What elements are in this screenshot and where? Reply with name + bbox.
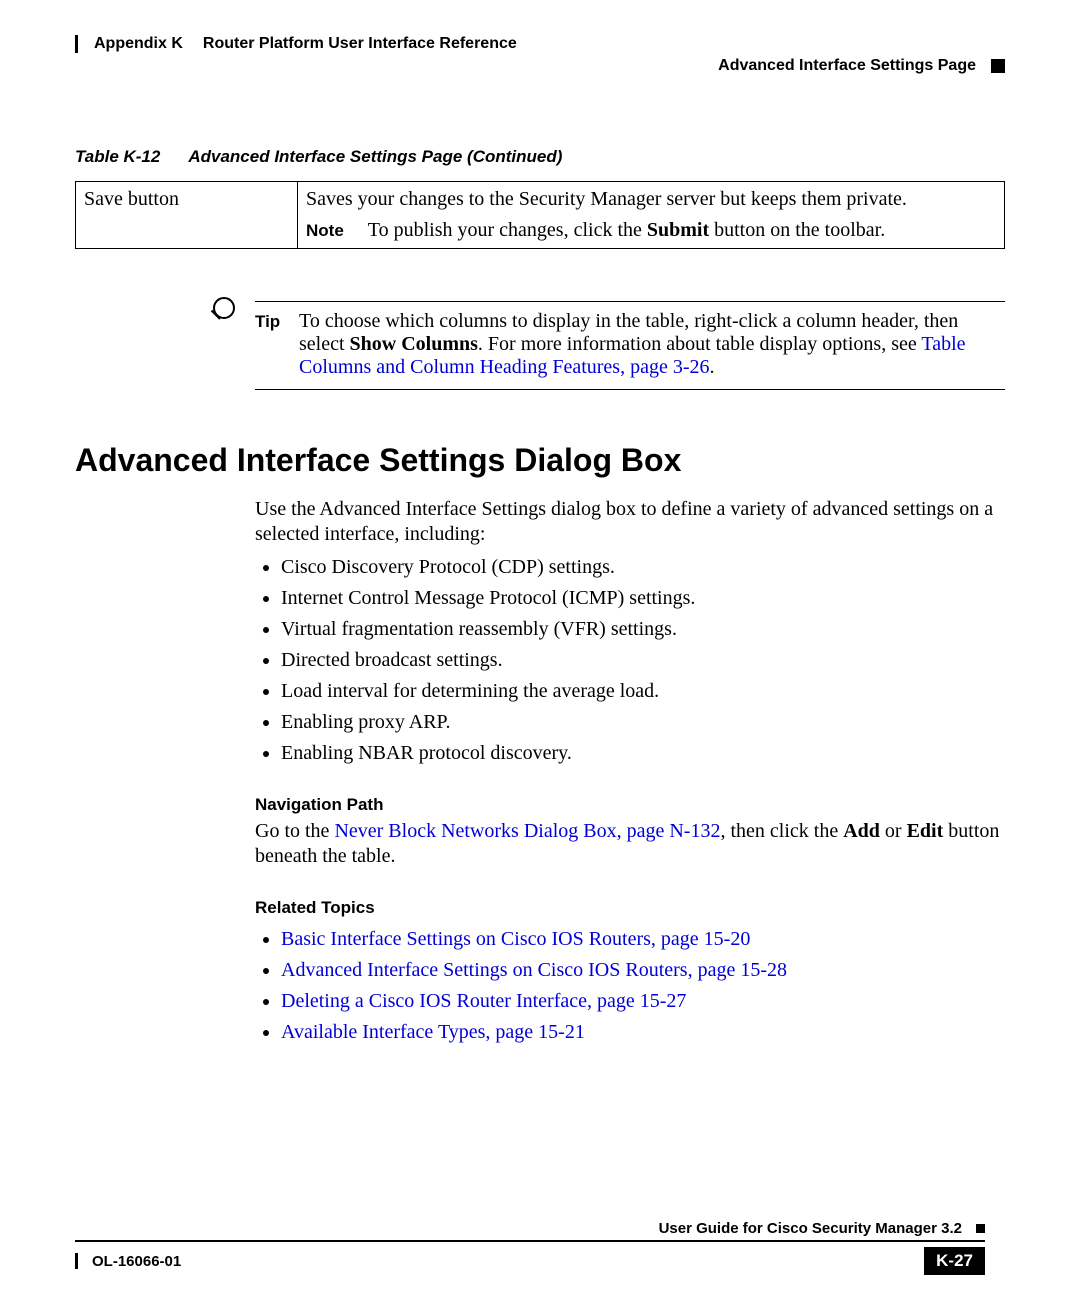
nav-pre: Go to the	[255, 820, 334, 842]
note-text-b: button on the toolbar.	[709, 219, 885, 241]
list-item: Virtual fragmentation reassembly (VFR) s…	[281, 617, 1005, 642]
running-header: Appendix K Router Platform User Interfac…	[75, 35, 1005, 53]
list-item: Enabling NBAR protocol discovery.	[281, 741, 1005, 766]
list-item: Enabling proxy ARP.	[281, 710, 1005, 735]
nav-edit: Edit	[907, 820, 944, 842]
list-item: Deleting a Cisco IOS Router Interface, p…	[281, 989, 1005, 1014]
note-bold: Submit	[647, 219, 709, 241]
tip-bottom-rule	[255, 389, 1005, 390]
list-item: Directed broadcast settings.	[281, 648, 1005, 673]
note-block: Note To publish your changes, click the …	[306, 219, 996, 242]
table-number: Table K-12	[75, 147, 160, 166]
running-subheader: Advanced Interface Settings Page	[75, 57, 1005, 75]
list-item: Cisco Discovery Protocol (CDP) settings.	[281, 555, 1005, 580]
row-label: Save button	[76, 182, 298, 249]
section-body: Use the Advanced Interface Settings dial…	[255, 497, 1005, 1045]
related-heading: Related Topics	[255, 897, 1005, 918]
tip-text: To choose which columns to display in th…	[299, 310, 1005, 379]
nav-link[interactable]: Never Block Networks Dialog Box, page N-…	[334, 820, 720, 842]
footer-docid: OL-16066-01	[92, 1253, 181, 1270]
table-caption: Table K-12 Advanced Interface Settings Pa…	[75, 147, 1005, 167]
footer-guide: User Guide for Cisco Security Manager 3.…	[659, 1220, 962, 1237]
tip-top-rule	[255, 301, 1005, 302]
list-item: Available Interface Types, page 15-21	[281, 1020, 1005, 1045]
table-row: Save button Saves your changes to the Se…	[76, 182, 1005, 249]
nav-path-heading: Navigation Path	[255, 794, 1005, 815]
related-link[interactable]: Deleting a Cisco IOS Router Interface, p…	[281, 990, 686, 1012]
intro-para: Use the Advanced Interface Settings dial…	[255, 497, 1005, 547]
nav-mid: , then click the	[720, 820, 843, 842]
row-desc: Saves your changes to the Security Manag…	[298, 182, 1005, 249]
footer-tick	[75, 1253, 78, 1269]
tip-label: Tip	[255, 310, 299, 332]
header-square-icon	[991, 59, 1005, 73]
row-desc-text: Saves your changes to the Security Manag…	[306, 188, 907, 210]
nav-path-text: Go to the Never Block Networks Dialog Bo…	[255, 819, 1005, 869]
tip-text-c: .	[710, 356, 715, 378]
list-item: Basic Interface Settings on Cisco IOS Ro…	[281, 927, 1005, 952]
list-item: Advanced Interface Settings on Cisco IOS…	[281, 958, 1005, 983]
note-text: To publish your changes, click the Submi…	[368, 219, 885, 242]
nav-or: or	[880, 820, 907, 842]
related-link[interactable]: Available Interface Types, page 15-21	[281, 1021, 585, 1043]
related-link[interactable]: Advanced Interface Settings on Cisco IOS…	[281, 959, 787, 981]
section-heading: Advanced Interface Settings Dialog Box	[75, 442, 1005, 479]
tip-bold: Show Columns	[350, 333, 478, 355]
table-caption-text: Advanced Interface Settings Page (Contin…	[188, 147, 562, 166]
list-item: Internet Control Message Protocol (ICMP)…	[281, 586, 1005, 611]
header-subtitle: Advanced Interface Settings Page	[718, 57, 976, 75]
magnifier-icon	[207, 297, 235, 325]
tip-text-b: . For more information about table displ…	[478, 333, 921, 355]
page-footer: User Guide for Cisco Security Manager 3.…	[75, 1220, 985, 1275]
page-number-badge: K-27	[924, 1247, 985, 1275]
note-text-a: To publish your changes, click the	[368, 219, 647, 241]
related-link[interactable]: Basic Interface Settings on Cisco IOS Ro…	[281, 928, 750, 950]
header-title: Router Platform User Interface Reference	[203, 35, 517, 53]
footer-square-icon	[976, 1224, 985, 1233]
related-list: Basic Interface Settings on Cisco IOS Ro…	[255, 927, 1005, 1045]
header-appendix: Appendix K	[94, 35, 183, 53]
tip-block: Tip To choose which columns to display i…	[75, 297, 1005, 390]
note-label: Note	[306, 219, 344, 242]
footer-rule	[75, 1240, 985, 1242]
nav-add: Add	[843, 820, 880, 842]
header-tick	[75, 35, 78, 53]
feature-list: Cisco Discovery Protocol (CDP) settings.…	[255, 555, 1005, 766]
settings-table: Save button Saves your changes to the Se…	[75, 181, 1005, 249]
list-item: Load interval for determining the averag…	[281, 679, 1005, 704]
